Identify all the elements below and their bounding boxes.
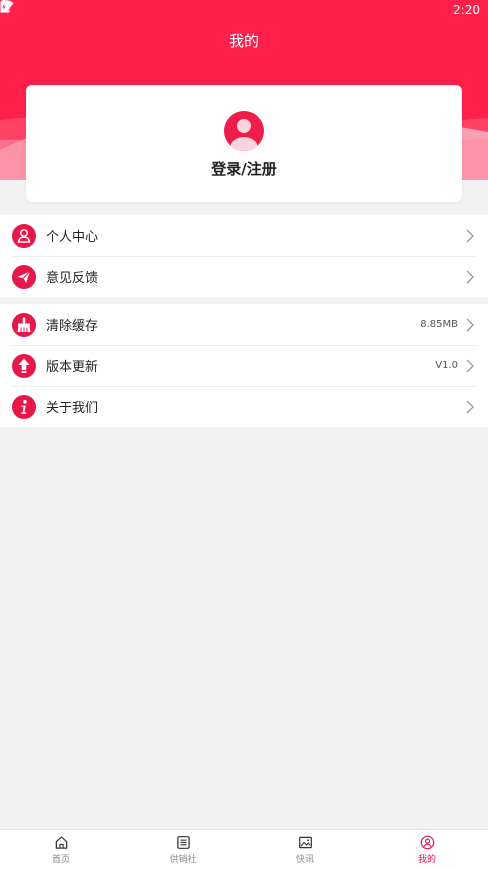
chevron-right-icon — [466, 318, 474, 331]
status-bar: 2:20 — [0, 0, 488, 20]
nav-tab-mine[interactable]: 我的 — [366, 830, 488, 869]
menu-item-version-update[interactable]: 版本更新 V1.0 — [0, 345, 488, 386]
menu-item-feedback[interactable]: 意见反馈 — [0, 256, 488, 297]
nav-tab-home[interactable]: 首页 — [0, 830, 122, 869]
person-icon — [12, 223, 36, 248]
login-register-link[interactable]: 登录/注册 — [26, 158, 462, 179]
upgrade-icon — [12, 353, 36, 378]
menu-item-label: 个人中心 — [46, 230, 99, 245]
menu-item-label: 版本更新 — [46, 360, 99, 375]
nav-label: 首页 — [51, 854, 70, 865]
info-icon — [12, 394, 36, 419]
menu-item-label: 关于我们 — [46, 401, 99, 416]
home-icon — [55, 835, 67, 849]
bottom-nav: 首页 供销社 快讯 我的 — [0, 829, 488, 869]
nav-tab-news[interactable]: 快讯 — [244, 830, 366, 869]
version-value: V1.0 — [435, 360, 458, 371]
chevron-right-icon — [466, 400, 474, 413]
nav-label: 我的 — [417, 854, 436, 865]
chevron-right-icon — [466, 359, 474, 372]
page-title: 我的 — [228, 32, 259, 50]
status-time: 2:20 — [453, 3, 480, 17]
broom-icon — [12, 312, 36, 337]
avatar-icon[interactable] — [224, 111, 264, 151]
chevron-right-icon — [466, 270, 474, 283]
menu-group-account: 个人中心 意见反馈 — [0, 215, 488, 297]
cache-size-value: 8.85MB — [420, 319, 458, 330]
menu-item-label: 清除缓存 — [46, 319, 99, 334]
menu-item-clear-cache[interactable]: 清除缓存 8.85MB — [0, 304, 488, 345]
menu-item-label: 意见反馈 — [46, 271, 99, 286]
paper-plane-icon — [12, 264, 36, 289]
menu-item-personal-center[interactable]: 个人中心 — [0, 215, 488, 256]
profile-icon — [420, 835, 434, 849]
nav-label: 快讯 — [295, 854, 314, 865]
profile-screen: 2:20 我的 登录/注册 个人中心 意见反馈 清除缓存 8.85MB 版本更新… — [0, 0, 488, 869]
login-card[interactable]: 登录/注册 — [26, 85, 462, 202]
nav-tab-cooperative[interactable]: 供销社 — [122, 830, 244, 869]
list-icon — [176, 835, 190, 849]
nav-label: 供销社 — [169, 854, 197, 865]
menu-group-settings: 清除缓存 8.85MB 版本更新 V1.0 关于我们 — [0, 304, 488, 427]
image-icon — [298, 836, 312, 848]
chevron-right-icon — [466, 229, 474, 242]
menu-item-about-us[interactable]: 关于我们 — [0, 386, 488, 427]
